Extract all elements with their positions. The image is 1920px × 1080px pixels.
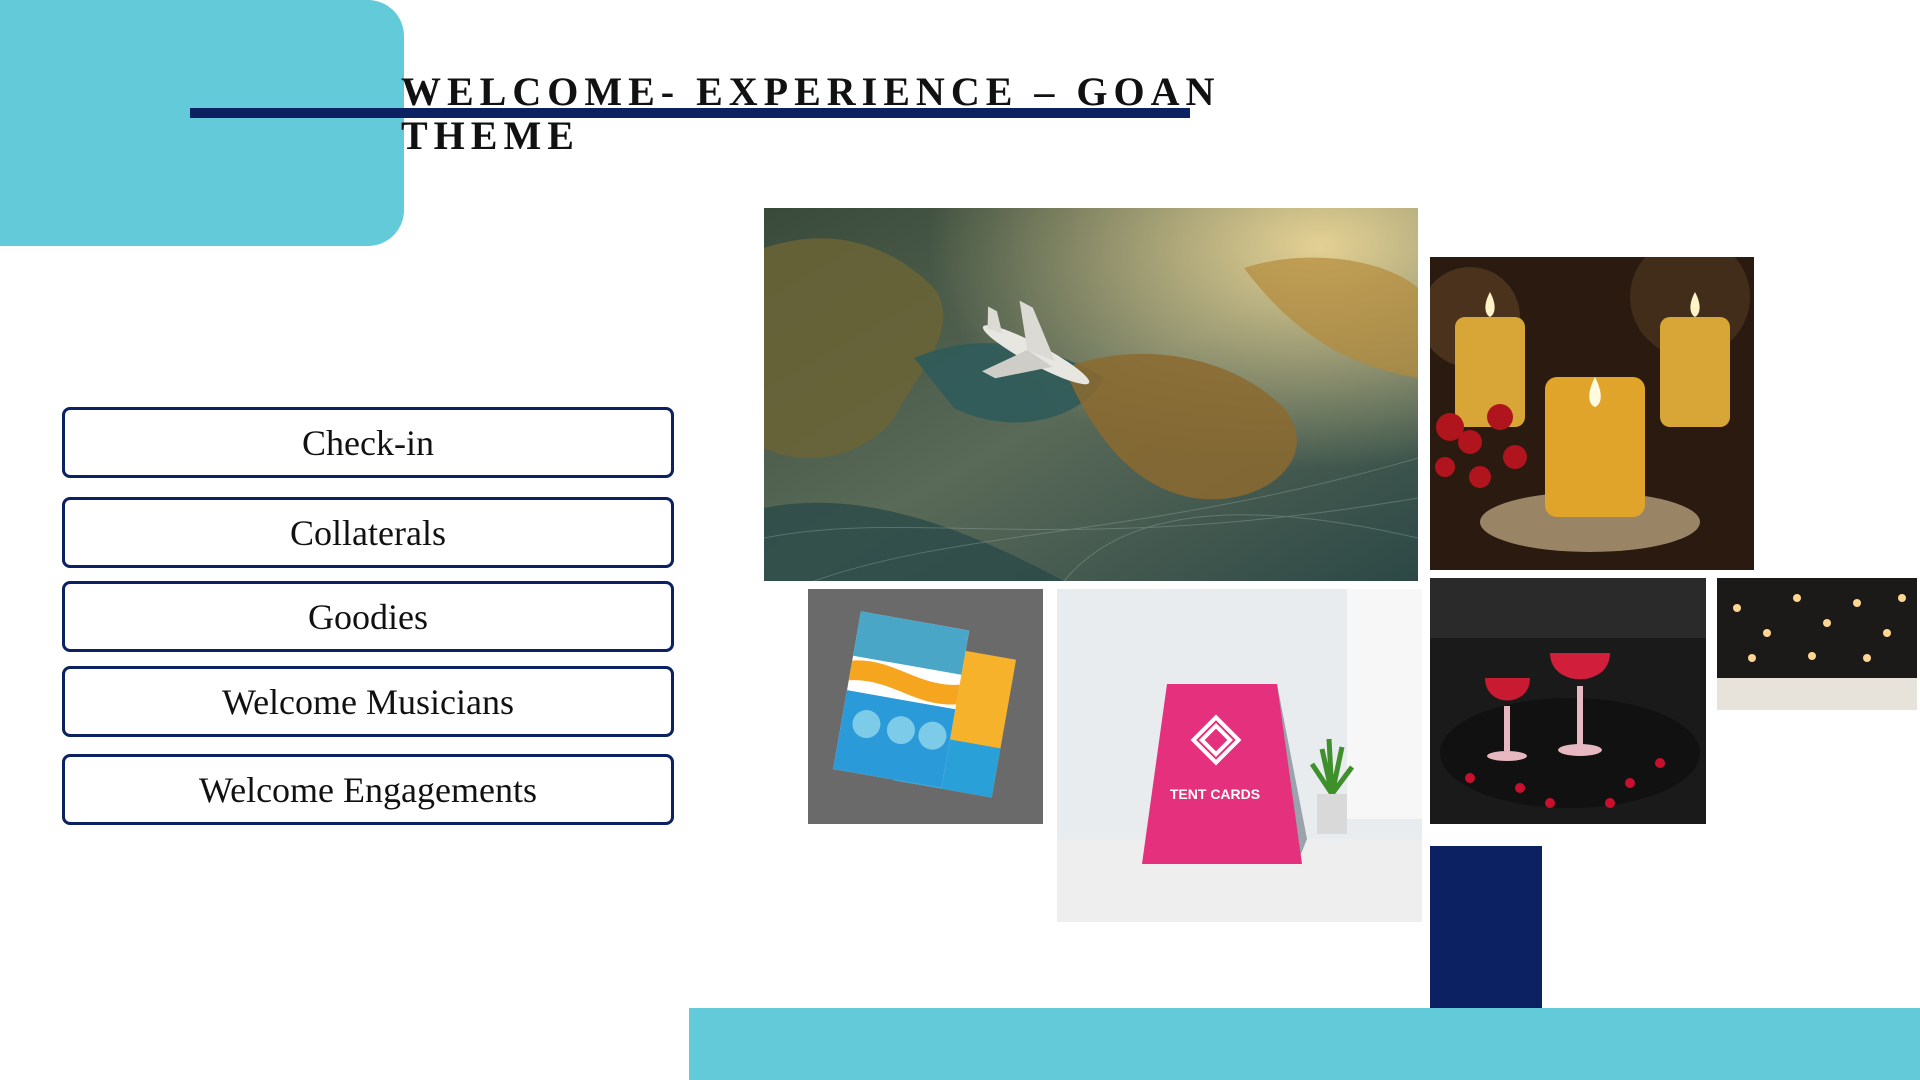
brochure-photo: [808, 589, 1043, 824]
decorative-bottom-band: [689, 1008, 1920, 1080]
goodies-button[interactable]: Goodies: [62, 581, 674, 652]
welcome-engagements-button[interactable]: Welcome Engagements: [62, 754, 674, 825]
candles-photo: [1430, 257, 1754, 570]
page-title-line-1: WELCOME- EXPERIENCE – GOAN: [401, 69, 1221, 114]
map-airplane-photo: [764, 208, 1418, 581]
red-drinks-photo: [1430, 578, 1706, 824]
tent-card-photo: TENT CARDS: [1057, 589, 1422, 922]
ceiling-lights-photo: [1717, 578, 1917, 710]
page-title-line-2: THEME: [401, 113, 580, 158]
check-in-button[interactable]: Check-in: [62, 407, 674, 478]
collaterals-button[interactable]: Collaterals: [62, 497, 674, 568]
decorative-teal-block: [0, 0, 404, 246]
welcome-musicians-button[interactable]: Welcome Musicians: [62, 666, 674, 737]
page-title: WELCOME- EXPERIENCE – GOAN THEME: [401, 70, 1231, 158]
tent-card-text: TENT CARDS: [1170, 786, 1260, 802]
